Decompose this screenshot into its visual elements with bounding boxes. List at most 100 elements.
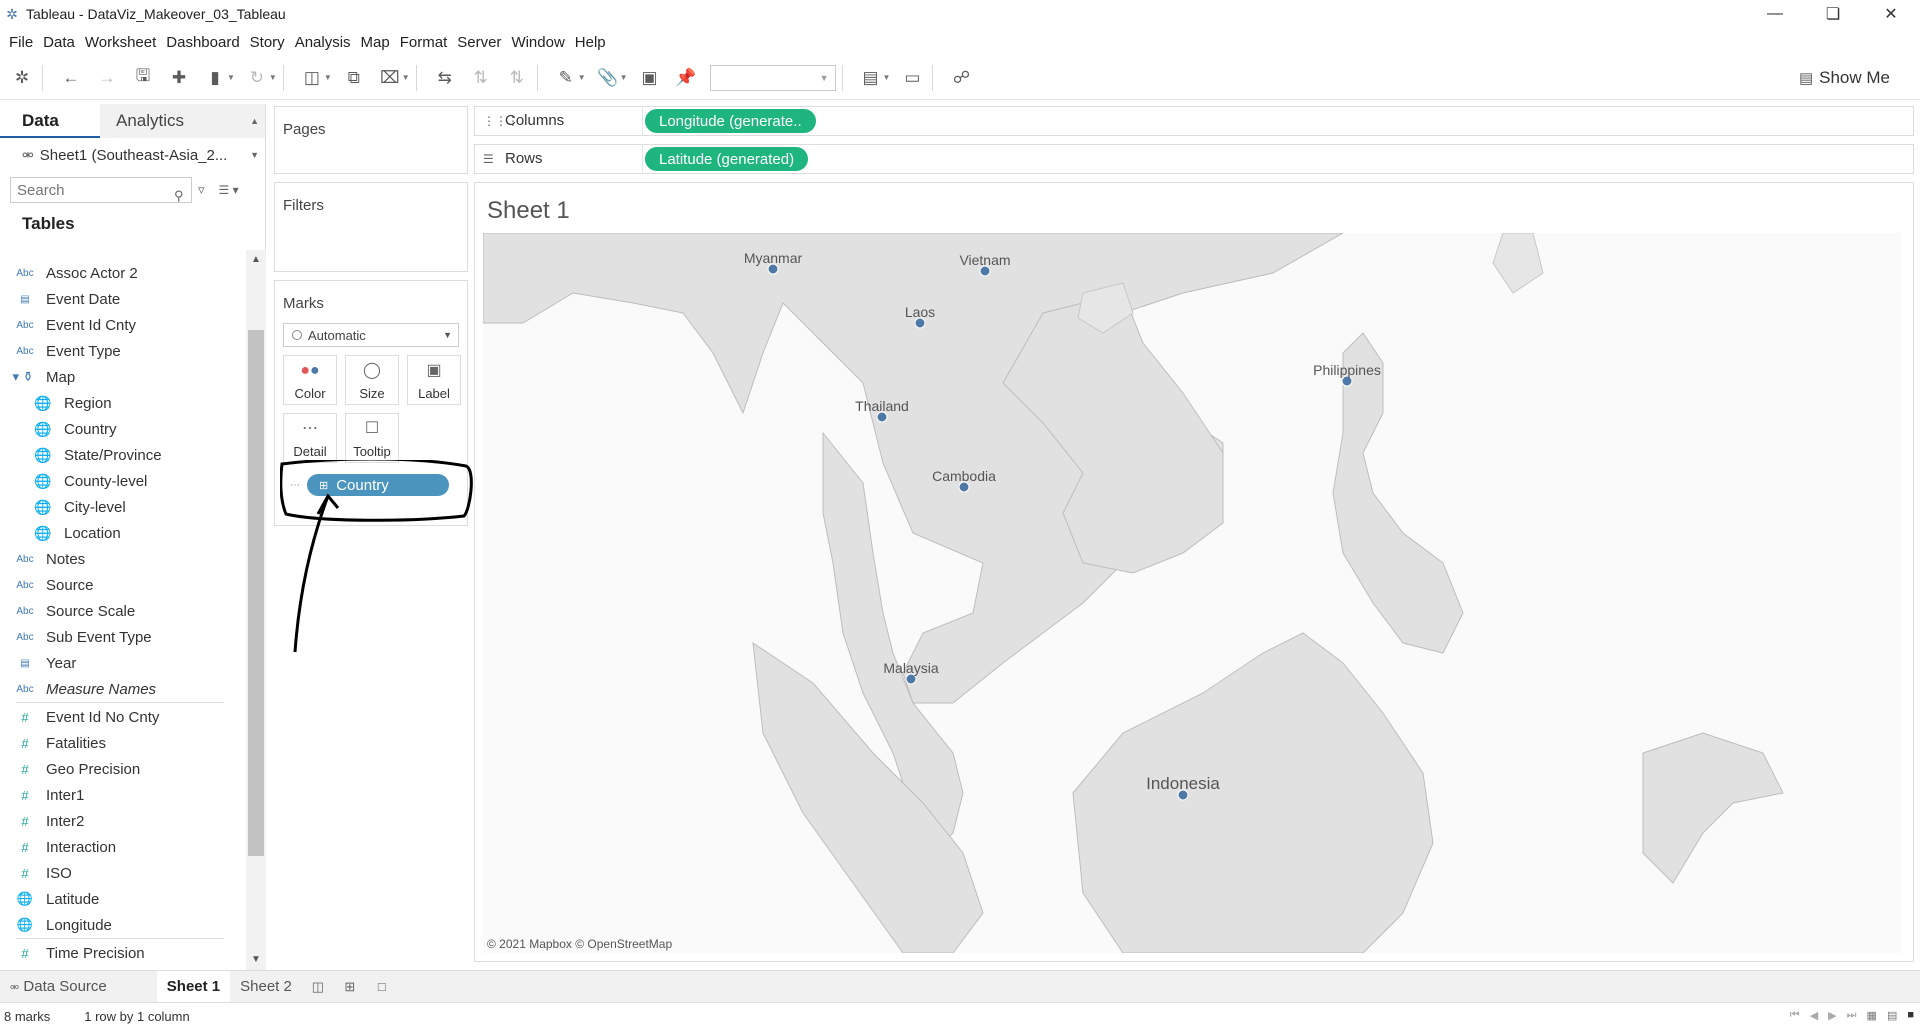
filter-icon[interactable]: ▿	[198, 182, 205, 198]
minimize-button[interactable]: —	[1746, 0, 1804, 28]
map-credit[interactable]: © 2021 Mapbox © OpenStreetMap	[487, 937, 672, 951]
menu-format[interactable]: Format	[395, 34, 453, 51]
highlight-icon[interactable]: ✎	[552, 64, 580, 92]
tab-data[interactable]: Data	[0, 104, 100, 138]
field-event-id-no-cnty[interactable]: # Event Id No Cnty	[0, 704, 246, 730]
chevron-down-icon[interactable]: ▼	[402, 73, 410, 82]
field-time-precision[interactable]: # Time Precision	[0, 940, 246, 966]
field-list-scrollbar[interactable]: ▲ ▼	[246, 250, 266, 970]
label-button[interactable]: ▣ Label	[407, 355, 461, 405]
undo-icon[interactable]: ←	[57, 64, 85, 92]
duplicate-icon[interactable]: ⧉	[340, 64, 368, 92]
menu-window[interactable]: Window	[506, 34, 569, 51]
rows-shelf[interactable]: ☰ Rows Latitude (generated)	[474, 144, 1914, 174]
menu-server[interactable]: Server	[452, 34, 506, 51]
field-event-id-cnty[interactable]: Abc Event Id Cnty	[0, 312, 246, 338]
size-button[interactable]: ◯ Size	[345, 355, 399, 405]
tab-analytics[interactable]: Analytics ▲ ▼	[100, 103, 265, 160]
field-source[interactable]: Abc Source	[0, 572, 246, 598]
tableau-home-icon[interactable]: ✲	[8, 64, 36, 92]
show-me-button[interactable]: ▤ Show Me	[1799, 64, 1890, 92]
field-notes[interactable]: Abc Notes	[0, 546, 246, 572]
field-region[interactable]: 🌐 Region	[0, 390, 246, 416]
refresh-icon[interactable]: ↻	[243, 64, 271, 92]
menu-file[interactable]: File	[4, 34, 38, 51]
menu-worksheet[interactable]: Worksheet	[80, 34, 161, 51]
close-button[interactable]: ✕	[1862, 0, 1920, 28]
longitude-pill[interactable]: Longitude (generate..	[645, 109, 816, 133]
field-year[interactable]: ▤ Year	[0, 650, 246, 676]
fit-dropdown[interactable]: ▼	[709, 64, 836, 91]
datasource-item[interactable]: ⚮ Sheet1 (Southeast-Asia_2...	[0, 138, 265, 172]
field-fatalities[interactable]: # Fatalities	[0, 730, 246, 756]
tab-data-source[interactable]: ⚮ Data Source	[0, 971, 117, 1003]
menu-dashboard[interactable]: Dashboard	[161, 34, 244, 51]
field-country[interactable]: 🌐 Country	[0, 416, 246, 442]
scroll-up-icon[interactable]: ▲	[246, 252, 266, 268]
tab-sheet-2[interactable]: Sheet 2	[230, 971, 302, 1003]
swap-icon[interactable]: ⇆	[431, 64, 459, 92]
chevron-down-icon[interactable]: ▲ ▼	[250, 104, 259, 172]
field-geo-precision[interactable]: # Geo Precision	[0, 756, 246, 782]
field-city-level[interactable]: 🌐 City-level	[0, 494, 246, 520]
show-labels-icon[interactable]: ▣	[636, 64, 664, 92]
presentation-mode-icon[interactable]: ▭	[898, 64, 926, 92]
new-worksheet-icon[interactable]: ◫	[302, 971, 334, 1003]
filmstrip-view-icon[interactable]: ▤	[1887, 1009, 1897, 1022]
mark-type-dropdown[interactable]: Automatic ▼	[283, 323, 459, 347]
field-latitude[interactable]: 🌐 Latitude	[0, 886, 246, 912]
share-icon[interactable]: ☍	[947, 64, 975, 92]
latitude-pill[interactable]: Latitude (generated)	[645, 147, 809, 171]
tab-sheet-1[interactable]: Sheet 1	[156, 970, 231, 1003]
fix-axes-icon[interactable]: 📌	[672, 64, 700, 92]
new-worksheet-icon[interactable]: ◫	[298, 64, 326, 92]
field-inter1[interactable]: # Inter1	[0, 782, 246, 808]
chevron-down-icon[interactable]: ▼	[883, 73, 891, 82]
field-inter2[interactable]: # Inter2	[0, 808, 246, 834]
next-sheet-icon[interactable]: ▶	[1828, 1009, 1836, 1022]
chevron-down-icon[interactable]: ▼	[620, 73, 628, 82]
filters-shelf[interactable]: Filters	[274, 182, 468, 272]
field-map[interactable]: ▾ ⚱ Map	[0, 364, 246, 390]
field-measure-names[interactable]: Abc Measure Names	[0, 676, 246, 702]
view-options-icon[interactable]: ☰ ▾	[219, 183, 239, 197]
pages-shelf[interactable]: Pages	[274, 106, 468, 174]
group-icon[interactable]: 📎	[594, 64, 622, 92]
search-input[interactable]	[10, 177, 192, 203]
new-datasource-icon[interactable]: ✚	[165, 64, 193, 92]
restore-button[interactable]: ❏	[1804, 0, 1862, 28]
first-sheet-icon[interactable]: ⏮	[1790, 1009, 1800, 1022]
pause-updates-icon[interactable]: ▮	[201, 64, 229, 92]
show-cards-icon[interactable]: ▤	[857, 64, 885, 92]
color-button[interactable]: ●● Color	[283, 355, 337, 405]
redo-icon[interactable]: →	[93, 64, 121, 92]
chevron-down-icon[interactable]: ▼	[324, 73, 332, 82]
tab-view-icon[interactable]: ■	[1907, 1009, 1914, 1022]
tooltip-button[interactable]: ☐ Tooltip	[345, 413, 399, 463]
new-dashboard-icon[interactable]: ⊞	[334, 971, 366, 1003]
columns-shelf[interactable]: ⋮⋮⋮ Columns Longitude (generate..	[474, 106, 1914, 136]
chevron-down-icon[interactable]: ▼	[227, 73, 235, 82]
field-location[interactable]: 🌐 Location	[0, 520, 246, 546]
field-source-scale[interactable]: Abc Source Scale	[0, 598, 246, 624]
field-event-date[interactable]: ▤ Event Date	[0, 286, 246, 312]
map-view[interactable]: Myanmar Vietnam Laos Thailand Cambodia Philip…	[483, 233, 1901, 953]
last-sheet-icon[interactable]: ⏭	[1847, 1009, 1857, 1022]
menu-data[interactable]: Data	[38, 34, 80, 51]
detail-button[interactable]: ⋯ Detail	[283, 413, 337, 463]
country-pill[interactable]: ⊞ Country	[307, 474, 449, 496]
clear-sheet-icon[interactable]: ⌧	[376, 64, 404, 92]
field-sub-event-type[interactable]: Abc Sub Event Type	[0, 624, 246, 650]
field-assoc-actor-2[interactable]: Abc Assoc Actor 2	[0, 260, 246, 286]
field-state-province[interactable]: 🌐 State/Province	[0, 442, 246, 468]
field-iso[interactable]: # ISO	[0, 860, 246, 886]
menu-map[interactable]: Map	[356, 34, 395, 51]
chevron-down-icon[interactable]: ▼	[269, 73, 277, 82]
search-icon[interactable]: ⚲	[174, 188, 184, 204]
field-longitude[interactable]: 🌐 Longitude	[0, 912, 246, 938]
field-interaction[interactable]: # Interaction	[0, 834, 246, 860]
new-story-icon[interactable]: □	[366, 971, 398, 1003]
save-icon[interactable]: 🖫	[129, 64, 157, 92]
scroll-down-icon[interactable]: ▼	[246, 952, 266, 968]
scrollbar-thumb[interactable]	[248, 330, 264, 856]
